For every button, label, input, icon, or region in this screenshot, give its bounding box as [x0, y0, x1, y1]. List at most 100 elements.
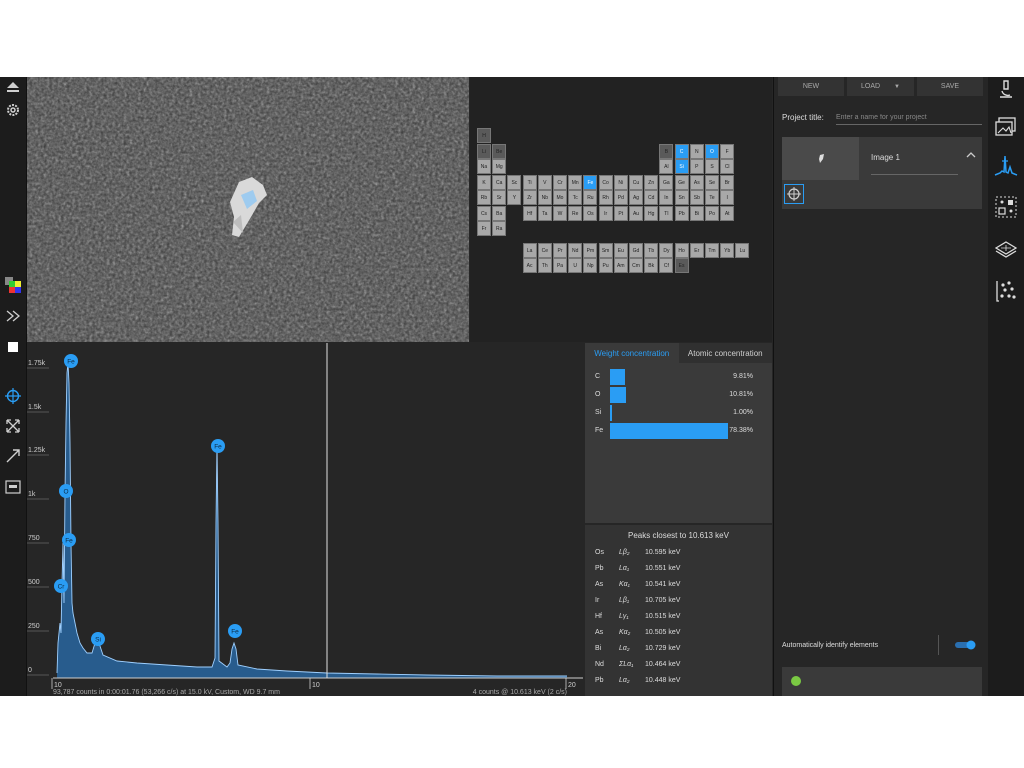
element-p[interactable]: P — [689, 159, 704, 174]
element-s[interactable]: S — [705, 159, 719, 174]
element-am[interactable]: Am — [613, 258, 628, 273]
element-pd[interactable]: Pd — [613, 190, 628, 205]
element-er[interactable]: Er — [689, 242, 704, 258]
fast-forward-icon[interactable] — [3, 306, 23, 326]
element-ti[interactable]: Ti — [522, 174, 537, 190]
element-co[interactable]: Co — [598, 174, 613, 190]
image-gallery-icon[interactable] — [994, 115, 1018, 139]
peak-marker[interactable]: Fe — [211, 439, 225, 453]
peak-marker[interactable]: Fe — [62, 533, 76, 547]
element-cd[interactable]: Cd — [644, 190, 659, 205]
element-pm[interactable]: Pm — [583, 242, 598, 258]
element-w[interactable]: W — [553, 205, 567, 221]
element-au[interactable]: Au — [629, 205, 643, 221]
element-f[interactable]: F — [720, 143, 735, 159]
element-nd[interactable]: Nd — [568, 242, 583, 258]
element-rb[interactable]: Rb — [477, 190, 491, 205]
element-ir[interactable]: Ir — [598, 205, 613, 221]
element-tb[interactable]: Tb — [644, 242, 659, 258]
element-te[interactable]: Te — [705, 190, 719, 205]
element-pb[interactable]: Pb — [674, 205, 689, 221]
eject-icon[interactable] — [3, 77, 23, 97]
element-h[interactable]: H — [477, 128, 491, 143]
peak-row[interactable]: Bi Lα₂ 10.729 keV — [595, 643, 765, 657]
element-tm[interactable]: Tm — [705, 242, 719, 258]
spot-crosshair-icon[interactable] — [784, 184, 804, 204]
peak-row[interactable]: Os Lβ₂ 10.595 keV — [595, 547, 765, 561]
element-ni[interactable]: Ni — [613, 174, 628, 190]
element-cm[interactable]: Cm — [629, 258, 643, 273]
element-yb[interactable]: Yb — [720, 242, 735, 258]
element-nb[interactable]: Nb — [537, 190, 552, 205]
element-cu[interactable]: Cu — [629, 174, 643, 190]
element-hf[interactable]: Hf — [522, 205, 537, 221]
element-eu[interactable]: Eu — [613, 242, 628, 258]
element-v[interactable]: V — [537, 174, 552, 190]
element-i[interactable]: I — [720, 190, 735, 205]
peak-marker[interactable]: Si — [91, 632, 105, 646]
gear-icon[interactable] — [3, 100, 23, 120]
image-card[interactable]: Image 1 — [782, 137, 982, 209]
element-bk[interactable]: Bk — [644, 258, 659, 273]
element-cr[interactable]: Cr — [553, 174, 567, 190]
peak-row[interactable]: As Kα₁ 10.541 keV — [595, 579, 765, 593]
map-icon[interactable] — [3, 477, 23, 497]
chevron-up-icon[interactable] — [966, 145, 976, 163]
element-mn[interactable]: Mn — [568, 174, 583, 190]
element-o[interactable]: O — [705, 143, 719, 159]
image-thumbnail[interactable] — [782, 137, 859, 180]
peak-marker[interactable]: Fe — [228, 624, 242, 638]
element-cl[interactable]: Cl — [720, 159, 735, 174]
element-po[interactable]: Po — [705, 205, 719, 221]
load-button[interactable]: LOAD ▼ — [847, 77, 914, 96]
stop-icon[interactable] — [3, 337, 23, 357]
element-cs[interactable]: Cs — [477, 205, 491, 221]
element-ce[interactable]: Ce — [537, 242, 552, 258]
element-ra[interactable]: Ra — [492, 221, 507, 236]
element-pr[interactable]: Pr — [553, 242, 567, 258]
concentration-row[interactable]: O 10.81% — [595, 387, 765, 403]
auto-identify-toggle[interactable] — [955, 640, 977, 650]
element-zn[interactable]: Zn — [644, 174, 659, 190]
peak-marker[interactable]: Fe — [64, 354, 78, 368]
peak-row[interactable]: Hf Lγ₁ 10.515 keV — [595, 611, 765, 625]
element-th[interactable]: Th — [537, 258, 552, 273]
save-button[interactable]: SAVE — [917, 77, 983, 96]
element-br[interactable]: Br — [720, 174, 735, 190]
element-re[interactable]: Re — [568, 205, 583, 221]
element-ac[interactable]: Ac — [522, 258, 537, 273]
concentration-row[interactable]: Si 1.00% — [595, 405, 765, 421]
peak-row[interactable]: Ir Lβ₁ 10.705 keV — [595, 595, 765, 609]
element-bi[interactable]: Bi — [689, 205, 704, 221]
element-sr[interactable]: Sr — [492, 190, 507, 205]
element-np[interactable]: Np — [583, 258, 598, 273]
element-sb[interactable]: Sb — [689, 190, 704, 205]
layers-icon[interactable] — [994, 237, 1018, 261]
element-ta[interactable]: Ta — [537, 205, 552, 221]
scatter-map-icon[interactable] — [994, 279, 1018, 303]
element-at[interactable]: At — [720, 205, 735, 221]
element-pa[interactable]: Pa — [553, 258, 567, 273]
new-button[interactable]: NEW — [778, 77, 844, 96]
element-b[interactable]: B — [659, 143, 674, 159]
element-k[interactable]: K — [477, 174, 491, 190]
element-in[interactable]: In — [659, 190, 674, 205]
element-ho[interactable]: Ho — [674, 242, 689, 258]
microscope-icon[interactable] — [994, 77, 1018, 101]
expand-arrows-icon[interactable] — [3, 416, 23, 436]
peak-row[interactable]: Nd ΣLα₁ 10.464 keV — [595, 659, 765, 673]
line-tool-icon[interactable] — [3, 446, 23, 466]
element-ru[interactable]: Ru — [583, 190, 598, 205]
concentration-row[interactable]: Fe 78.38% — [595, 423, 765, 439]
peak-row[interactable]: Pb Lα₂ 10.448 keV — [595, 675, 765, 689]
element-fe[interactable]: Fe — [583, 174, 598, 190]
element-pu[interactable]: Pu — [598, 258, 613, 273]
element-ga[interactable]: Ga — [659, 174, 674, 190]
element-sc[interactable]: Sc — [507, 174, 522, 190]
element-pt[interactable]: Pt — [613, 205, 628, 221]
element-ge[interactable]: Ge — [674, 174, 689, 190]
peak-marker[interactable]: O — [59, 484, 73, 498]
spectrum-icon[interactable] — [994, 153, 1018, 177]
element-mg[interactable]: Mg — [492, 159, 507, 174]
element-y[interactable]: Y — [507, 190, 522, 205]
